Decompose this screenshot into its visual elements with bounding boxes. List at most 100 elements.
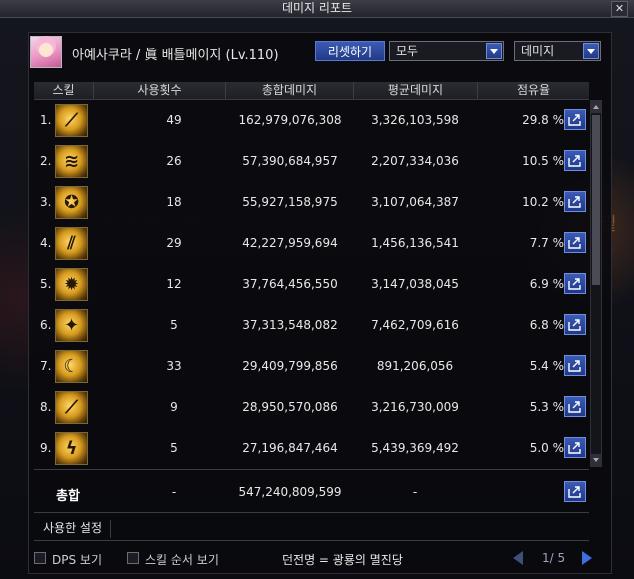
share-icon	[568, 486, 581, 498]
row-rank: 1.	[40, 113, 52, 127]
total-damage: 37,313,548,082	[242, 318, 338, 332]
row-rank: 7.	[40, 359, 52, 373]
page-indicator: 1/ 5	[542, 551, 566, 565]
lightning-dash-icon: ϟ	[55, 432, 88, 465]
table-row: 8. ⟋ 9 28,950,570,086 3,216,730,009 5.3 …	[34, 387, 589, 428]
vertical-scrollbar[interactable]	[590, 100, 602, 467]
share-icon	[568, 401, 581, 413]
metric-dropdown[interactable]: 데미지	[514, 41, 601, 61]
share-button[interactable]	[564, 232, 586, 253]
scroll-thumb[interactable]	[592, 115, 600, 285]
title-bar[interactable]: 데미지 리포트 ✕	[0, 0, 634, 18]
next-page-icon[interactable]	[582, 551, 592, 565]
total-average: -	[412, 485, 418, 499]
damage-share: 5.0 %	[529, 441, 564, 455]
share-button[interactable]	[564, 191, 586, 212]
damage-share: 6.8 %	[529, 318, 564, 332]
star-orb-icon: ✪	[55, 186, 88, 219]
previous-page-icon[interactable]	[513, 551, 523, 565]
reset-button[interactable]: 리셋하기	[315, 41, 385, 61]
use-count: 29	[166, 236, 182, 250]
chevron-down-icon[interactable]	[583, 43, 599, 59]
use-count: 9	[170, 400, 178, 414]
dps-view-label: DPS 보기	[52, 553, 102, 567]
claw-slash-icon: ⫽	[55, 227, 88, 260]
damage-share: 5.4 %	[529, 359, 564, 373]
divider	[34, 469, 589, 470]
table-row: 9. ϟ 5 27,196,847,464 5,439,369,492 5.0 …	[34, 428, 589, 469]
share-icon	[568, 278, 581, 290]
flame-burst-icon: ✹	[55, 268, 88, 301]
filter-dropdown[interactable]: 모두	[389, 41, 504, 61]
divider	[34, 512, 589, 513]
damage-share: 7.7 %	[529, 236, 564, 250]
total-damage: 162,979,076,308	[238, 113, 342, 127]
table-row: 6. ✦ 5 37,313,548,082 7,462,709,616 6.8 …	[34, 305, 589, 346]
row-rank: 2.	[40, 154, 52, 168]
average-damage: 5,439,369,492	[371, 441, 459, 455]
column-header-skill[interactable]: 스킬	[34, 82, 94, 99]
table-row: 2. ≋ 26 57,390,684,957 2,207,334,036 10.…	[34, 141, 589, 182]
staff-strike-icon: ⟋	[55, 104, 88, 137]
average-damage: 3,216,730,009	[371, 400, 459, 414]
total-damage: 55,927,158,975	[242, 195, 338, 209]
share-total-button[interactable]	[564, 481, 586, 502]
filter-dropdown-value: 모두	[396, 44, 419, 58]
share-button[interactable]	[564, 273, 586, 294]
average-damage: 2,207,334,036	[371, 154, 459, 168]
swirl-wind-icon: ≋	[55, 145, 88, 178]
column-header-count[interactable]: 사용횟수	[94, 82, 226, 99]
row-rank: 9.	[40, 441, 52, 455]
row-rank: 5.	[40, 277, 52, 291]
share-button[interactable]	[564, 109, 586, 130]
moon-crescent-icon: ☾	[55, 350, 88, 383]
average-damage: 891,206,056	[376, 359, 454, 373]
damage-share: 10.5 %	[522, 154, 564, 168]
column-header-average[interactable]: 평균데미지	[354, 82, 478, 99]
scroll-down-button[interactable]	[591, 454, 601, 466]
total-label: 총합	[56, 489, 80, 504]
average-damage: 1,456,136,541	[371, 236, 459, 250]
total-damage: 29,409,799,856	[242, 359, 338, 373]
skill-order-label: 스킬 순서 보기	[145, 553, 219, 567]
row-rank: 3.	[40, 195, 52, 209]
row-rank: 8.	[40, 400, 52, 414]
damage-share: 5.3 %	[529, 400, 564, 414]
skill-order-checkbox[interactable]	[127, 552, 139, 564]
total-sum-damage: 547,240,809,599	[238, 485, 342, 499]
share-icon	[568, 155, 581, 167]
share-button[interactable]	[564, 314, 586, 335]
use-count: 12	[166, 277, 182, 291]
share-button[interactable]	[564, 437, 586, 458]
damage-share: 29.8 %	[522, 113, 564, 127]
share-button[interactable]	[564, 150, 586, 171]
total-damage: 28,950,570,086	[242, 400, 338, 414]
use-count: 5	[170, 441, 178, 455]
window-title: 데미지 리포트	[281, 1, 353, 15]
table-row: 7. ☾ 33 29,409,799,856 891,206,056 5.4 %	[34, 346, 589, 387]
table-row: 4. ⫽ 29 42,227,959,694 1,456,136,541 7.7…	[34, 223, 589, 264]
scroll-up-button[interactable]	[591, 101, 601, 113]
column-header-total[interactable]: 총합데미지	[226, 82, 354, 99]
total-row: 총합 - 547,240,809,599 -	[34, 475, 589, 509]
column-header-share[interactable]: 점유율	[478, 82, 589, 99]
table-row: 5. ✹ 12 37,764,456,550 3,147,038,045 6.9…	[34, 264, 589, 305]
use-count: 18	[166, 195, 182, 209]
damage-share: 10.2 %	[522, 195, 564, 209]
share-icon	[568, 114, 581, 126]
share-button[interactable]	[564, 396, 586, 417]
chevron-down-icon[interactable]	[486, 43, 502, 59]
average-damage: 3,107,064,387	[371, 195, 459, 209]
table-header: 스킬 사용횟수 총합데미지 평균데미지 점유율	[34, 82, 589, 100]
row-rank: 6.	[40, 318, 52, 332]
settings-tab[interactable]: 사용한 설정	[43, 520, 112, 538]
total-damage: 57,390,684,957	[242, 154, 338, 168]
use-count: 5	[170, 318, 178, 332]
dps-view-checkbox[interactable]	[34, 552, 46, 564]
total-damage: 27,196,847,464	[242, 441, 338, 455]
damage-share: 6.9 %	[529, 277, 564, 291]
footer-bar: DPS 보기 스킬 순서 보기 던전명 = 광룡의 멸진당 1/ 5	[0, 546, 634, 576]
share-button[interactable]	[564, 355, 586, 376]
character-name: 아예사쿠라 / 眞 배틀메이지 (Lv.110)	[72, 48, 279, 63]
close-button[interactable]: ✕	[611, 1, 628, 17]
